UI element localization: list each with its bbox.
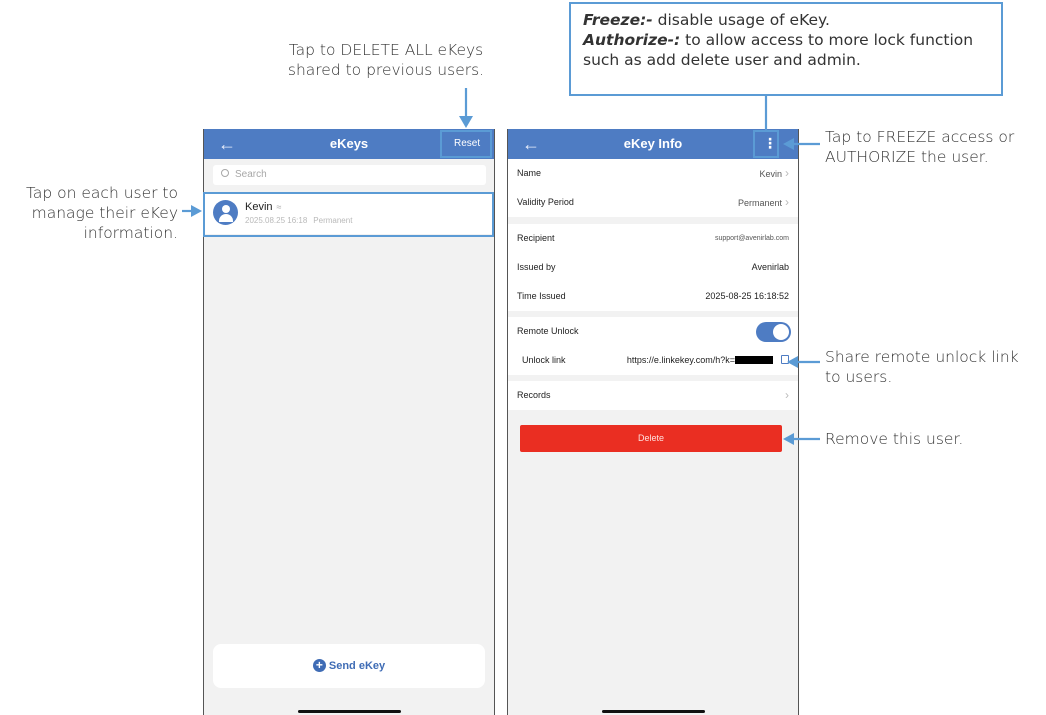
menu-arrowhead (783, 138, 794, 150)
reset-arrowhead (459, 116, 473, 128)
annotation-arrows (182, 88, 820, 445)
delete-arrowhead (783, 433, 794, 445)
link-arrowhead (787, 356, 798, 368)
user-arrowhead (191, 205, 202, 217)
